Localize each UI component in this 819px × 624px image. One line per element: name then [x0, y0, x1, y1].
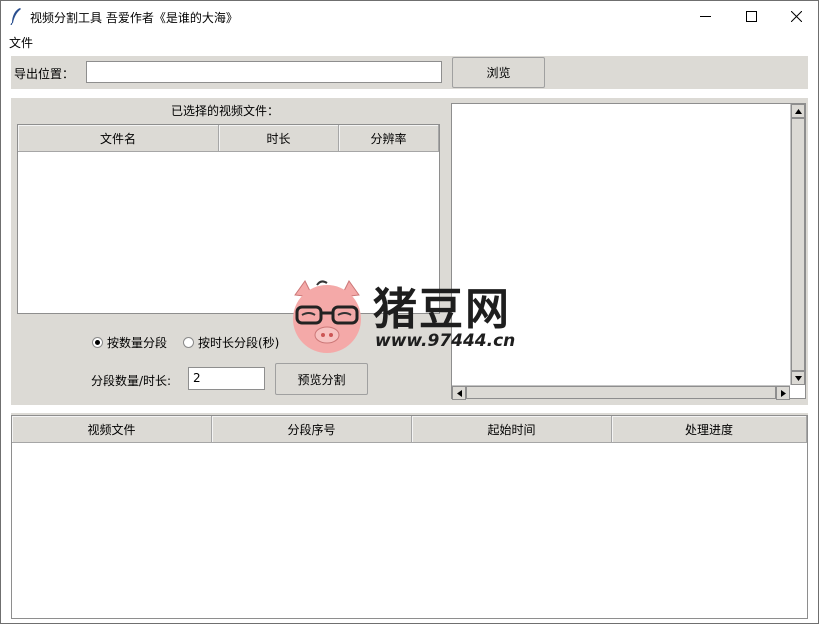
watermark: 猪豆网 www.97444.cn — [287, 273, 537, 359]
selected-files-header: 文件名 时长 分辨率 — [18, 125, 439, 152]
task-table-header: 视频文件 分段序号 起始时间 处理进度 — [12, 416, 807, 443]
scroll-left-button[interactable] — [452, 386, 466, 400]
task-table[interactable]: 视频文件 分段序号 起始时间 处理进度 — [11, 415, 808, 619]
menu-file[interactable]: 文件 — [9, 34, 33, 51]
radio-split-by-duration-label: 按时长分段(秒) — [198, 336, 280, 350]
scroll-up-button[interactable] — [791, 104, 805, 118]
minimize-button[interactable] — [682, 1, 728, 32]
arrow-left-icon — [456, 389, 462, 397]
radio-split-by-count[interactable]: 按数量分段 — [92, 334, 167, 351]
column-header-segment-index[interactable]: 分段序号 — [212, 416, 412, 443]
browse-button[interactable]: 浏览 — [452, 57, 545, 88]
radio-split-by-count-label: 按数量分段 — [107, 336, 168, 350]
export-panel: 导出位置： 浏览 — [11, 56, 808, 89]
pig-logo-icon — [293, 280, 361, 353]
radio-unselected-indicator — [183, 337, 194, 348]
segment-count-input[interactable]: 2 — [188, 367, 265, 390]
app-window: 视频分割工具 吾爱作者《是谁的大海》 文件 导出位置： 浏览 已选择的视频文件：… — [0, 0, 819, 624]
vertical-scroll-thumb[interactable] — [791, 118, 805, 371]
selected-files-heading: 已选择的视频文件： — [171, 104, 280, 118]
horizontal-scrollbar[interactable] — [452, 385, 790, 400]
feather-icon — [10, 8, 21, 25]
preview-split-button[interactable]: 预览分割 — [275, 363, 368, 395]
scroll-right-button[interactable] — [776, 386, 790, 400]
radio-selected-indicator — [92, 337, 103, 348]
close-button[interactable] — [773, 1, 819, 32]
task-panel: 视频文件 分段序号 起始时间 处理进度 — [11, 413, 808, 619]
vertical-scrollbar[interactable] — [790, 104, 805, 385]
watermark-brand: 猪豆网 — [373, 284, 511, 335]
watermark-url: www.97444.cn — [375, 331, 516, 351]
arrow-down-icon — [794, 375, 802, 381]
horizontal-scroll-thumb[interactable] — [466, 386, 776, 399]
column-header-duration[interactable]: 时长 — [219, 125, 339, 152]
column-header-progress[interactable]: 处理进度 — [612, 416, 807, 443]
window-title: 视频分割工具 吾爱作者《是谁的大海》 — [30, 11, 238, 25]
arrow-up-icon — [794, 108, 802, 114]
radio-split-by-duration[interactable]: 按时长分段(秒) — [183, 334, 279, 351]
column-header-start-time[interactable]: 起始时间 — [412, 416, 612, 443]
column-header-resolution[interactable]: 分辨率 — [339, 125, 439, 152]
menu-bar: 文件 — [1, 32, 818, 50]
segment-count-label: 分段数量/时长: — [91, 374, 172, 388]
arrow-right-icon — [780, 389, 786, 397]
export-path-input[interactable] — [86, 61, 442, 83]
scroll-down-button[interactable] — [791, 371, 805, 385]
title-bar[interactable]: 视频分割工具 吾爱作者《是谁的大海》 — [1, 1, 818, 32]
minimize-icon — [699, 16, 711, 17]
maximize-button[interactable] — [728, 1, 774, 32]
export-label: 导出位置： — [14, 67, 75, 81]
maximize-icon — [745, 11, 757, 22]
column-header-filename[interactable]: 文件名 — [18, 125, 219, 152]
close-icon — [790, 11, 802, 22]
column-header-video-file[interactable]: 视频文件 — [12, 416, 212, 443]
